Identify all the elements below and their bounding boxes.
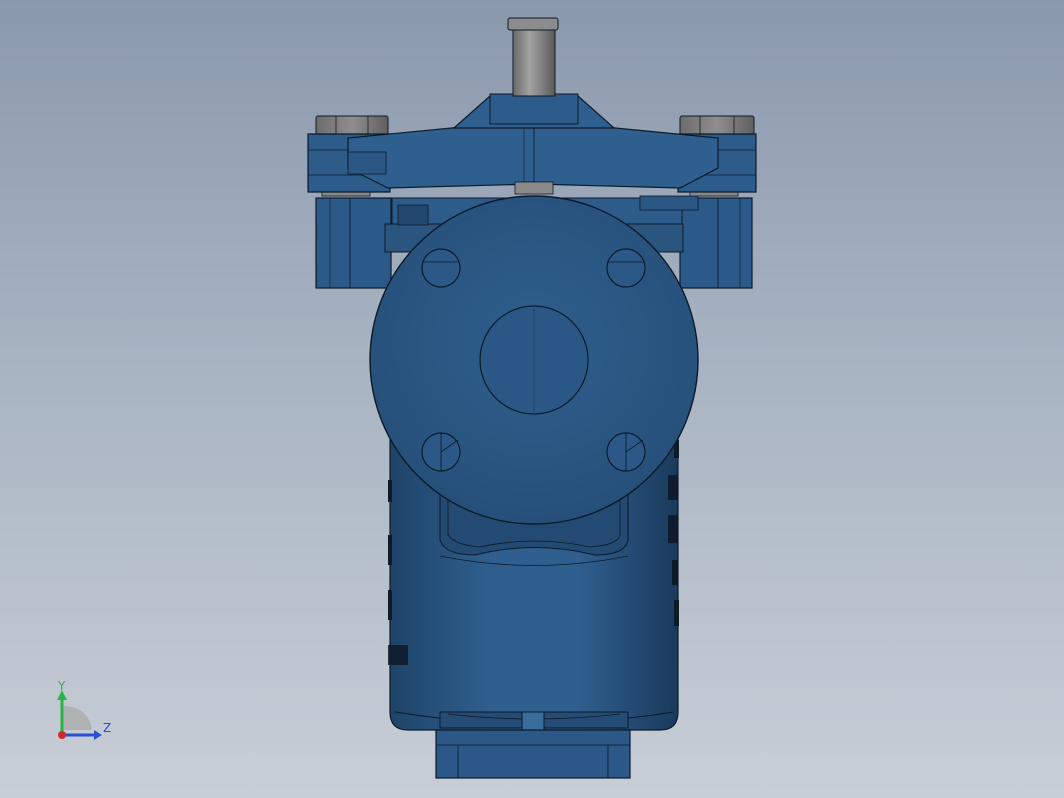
orientation-triad[interactable]: Y Z: [57, 679, 111, 740]
emboss-mark: [668, 515, 678, 543]
emboss-mark: [672, 560, 678, 585]
x-axis-dot: [58, 731, 66, 739]
flange-bolt-hole: [606, 432, 646, 472]
bonnet-left-block[interactable]: [315, 197, 392, 289]
emboss-mark: [388, 535, 392, 565]
y-axis-label: Y: [57, 679, 66, 693]
emboss-mark: [668, 475, 678, 500]
bonnet-right-block[interactable]: [679, 197, 753, 289]
drain-plug[interactable]: [435, 711, 631, 779]
yoke-clamp[interactable]: [307, 93, 757, 193]
emboss-mark: [388, 645, 408, 665]
inlet-flange[interactable]: [369, 195, 699, 525]
emboss-mark: [674, 600, 679, 626]
emboss-mark: [388, 590, 392, 620]
model-canvas[interactable]: Y Z: [0, 0, 1064, 798]
flange-bolt-hole: [606, 248, 646, 288]
flange-bolt-hole: [421, 248, 461, 288]
z-axis-label: Z: [103, 721, 111, 735]
graphics-viewport[interactable]: Y Z: [0, 0, 1064, 798]
emboss-mark: [388, 480, 392, 502]
flange-bolt-hole: [421, 432, 461, 472]
